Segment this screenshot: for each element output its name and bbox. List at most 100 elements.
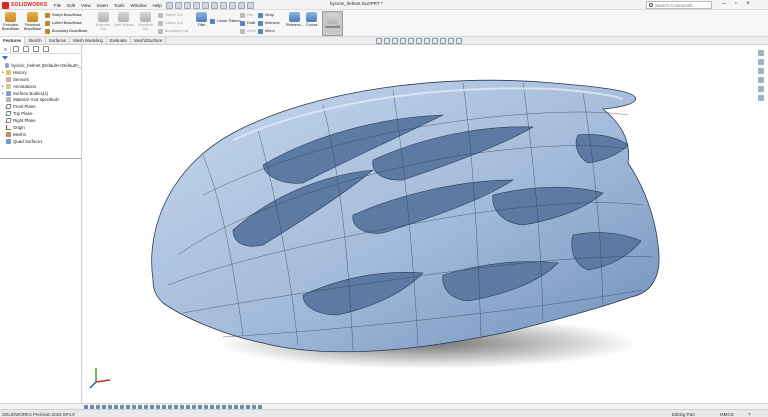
solidworks-logo[interactable]: SOLIDWORKS xyxy=(2,1,50,9)
status-bar: SOLIDWORKS Premium 2019 SP4.0 Editing Pa… xyxy=(0,409,768,417)
rib-button[interactable]: Rib xyxy=(240,12,253,18)
tree-item-label: Sensors xyxy=(13,76,30,82)
file-explorer-icon[interactable] xyxy=(758,68,764,74)
solidworks-resources-icon[interactable] xyxy=(758,50,764,56)
custom-properties-icon[interactable] xyxy=(758,95,764,101)
section-view-icon[interactable] xyxy=(400,38,406,44)
hide-show-items-icon[interactable] xyxy=(424,38,430,44)
display-manager-icon[interactable] xyxy=(42,46,49,52)
shell-button[interactable]: Shell xyxy=(240,28,255,34)
view-palette-icon[interactable] xyxy=(758,77,764,83)
lofted-boss-button[interactable]: Lofted Boss/Base xyxy=(45,20,82,26)
tab-feature-manager[interactable]: ≡ xyxy=(1,45,11,53)
tree-item[interactable]: Material <not specified> xyxy=(0,96,81,103)
menu-insert[interactable]: Insert xyxy=(97,3,108,8)
tab-evaluate[interactable]: Evaluate xyxy=(107,37,131,45)
close-icon[interactable]: × xyxy=(742,1,754,9)
boundary-boss-button[interactable]: Boundary Boss/Base xyxy=(45,28,87,34)
feature-manager: ≡ bycicle_helmet (Default<<Default>_ ▸ His… xyxy=(0,45,82,409)
home-icon[interactable] xyxy=(166,1,173,9)
tree-item[interactable]: bycicle_helmet (Default<<Default>_ xyxy=(0,62,81,69)
revolved-cut-button[interactable]: Revolved Cut xyxy=(138,12,153,31)
tree-item-label: Origin xyxy=(13,124,25,130)
menu-tools[interactable]: Tools xyxy=(114,3,125,8)
print-icon[interactable] xyxy=(202,1,209,9)
appearances-icon[interactable] xyxy=(758,86,764,92)
swept-boss-label: Swept Boss/Base xyxy=(52,13,82,17)
instant3d-button[interactable]: Instant3D xyxy=(322,11,343,36)
new-document-icon[interactable] xyxy=(175,1,182,9)
undo-icon[interactable] xyxy=(211,1,218,9)
zoom-to-area-icon[interactable] xyxy=(384,38,390,44)
lofted-cut-button[interactable]: Lofted Cut xyxy=(158,20,183,26)
wrap-button[interactable]: Wrap xyxy=(258,12,274,18)
tree-filter[interactable] xyxy=(0,54,81,61)
status-help-icon[interactable]: ? xyxy=(748,412,750,417)
tree-item[interactable]: Origin xyxy=(0,124,81,131)
file-properties-icon[interactable] xyxy=(238,1,245,9)
design-library-icon[interactable] xyxy=(758,59,764,65)
tab-mesh2surface[interactable]: Mesh2Surface xyxy=(131,37,167,45)
brand-label: SOLIDWORKS xyxy=(11,2,48,8)
view-settings-icon[interactable] xyxy=(448,38,454,44)
menu-view[interactable]: View xyxy=(81,3,91,8)
menu-window[interactable]: Window xyxy=(131,3,147,8)
tree-item-label: History xyxy=(13,69,27,75)
draft-button[interactable]: Draft xyxy=(240,20,255,26)
swept-cut-button[interactable]: Swept Cut xyxy=(158,12,183,18)
tree-item[interactable]: Top Plane xyxy=(0,110,81,117)
graphics-area[interactable] xyxy=(83,45,754,404)
menu-help[interactable]: Help xyxy=(153,3,162,8)
select-icon[interactable] xyxy=(220,1,227,9)
save-icon[interactable] xyxy=(193,1,200,9)
tab-surfaces[interactable]: Surfaces xyxy=(46,37,71,45)
tab-features[interactable]: Features xyxy=(0,37,26,45)
view-orientation-icon[interactable] xyxy=(408,38,414,44)
hole-wizard-label: Hole Wizard xyxy=(114,23,134,27)
tree-item[interactable]: Sensors xyxy=(0,76,81,83)
tree-item[interactable]: Front Plane xyxy=(0,103,81,110)
status-units[interactable]: MMGS xyxy=(720,412,734,417)
curves-button[interactable]: Curves xyxy=(306,12,317,27)
edit-appearance-icon[interactable] xyxy=(432,38,438,44)
mirror-button[interactable]: Mirror xyxy=(258,28,275,34)
zoom-to-fit-icon[interactable] xyxy=(376,38,382,44)
open-icon[interactable] xyxy=(184,1,191,9)
configuration-manager-icon[interactable] xyxy=(22,46,29,52)
tab-sketch[interactable]: Sketch xyxy=(25,37,46,45)
hole-wizard-button[interactable]: Hole Wizard xyxy=(114,12,134,27)
helmet-model[interactable] xyxy=(83,45,754,404)
dimxpert-icon[interactable] xyxy=(32,46,39,52)
swept-boss-button[interactable]: Swept Boss/Base xyxy=(45,12,82,18)
tree-item[interactable]: ▸ History xyxy=(0,69,81,76)
display-style-icon[interactable] xyxy=(416,38,422,44)
menu-file[interactable]: File xyxy=(54,3,61,8)
extruded-cut-button[interactable]: Extruded Cut xyxy=(96,12,110,31)
search-commands-box[interactable]: Search Commands xyxy=(646,1,712,9)
restore-icon[interactable]: ▫ xyxy=(730,1,742,9)
monitor-icon[interactable] xyxy=(456,38,462,44)
tab-mesh-modeling[interactable]: Mesh Modeling xyxy=(70,37,107,45)
rebuild-icon[interactable] xyxy=(229,1,236,9)
fillet-button[interactable]: Fillet xyxy=(196,12,207,27)
intersect-button[interactable]: Intersect xyxy=(258,20,280,26)
property-manager-icon[interactable] xyxy=(12,46,19,52)
revolved-cut-icon xyxy=(139,12,151,22)
tree-item[interactable]: Mesh1 xyxy=(0,131,81,138)
previous-view-icon[interactable] xyxy=(392,38,398,44)
tree-item[interactable]: ▸ Surface Bodies(1) xyxy=(0,90,81,97)
apply-scene-icon[interactable] xyxy=(440,38,446,44)
linear-pattern-button[interactable]: Linear Pattern xyxy=(210,18,241,24)
extruded-boss-button[interactable]: Extruded Boss/Base xyxy=(2,12,19,31)
filter-icon xyxy=(2,55,8,60)
options-gear-icon[interactable] xyxy=(247,1,254,9)
search-icon xyxy=(649,3,653,7)
tree-item[interactable]: Right Plane xyxy=(0,117,81,124)
menu-edit[interactable]: Edit xyxy=(67,3,75,8)
boundary-cut-button[interactable]: Boundary Cut xyxy=(158,28,188,34)
reference-geometry-button[interactable]: Referenc... xyxy=(286,12,304,27)
revolved-boss-button[interactable]: Revolved Boss/Base xyxy=(24,12,41,31)
tree-item[interactable]: Quad Surface1 xyxy=(0,138,81,145)
minimize-icon[interactable]: – xyxy=(718,1,730,9)
tree-item[interactable]: ▸ Annotations xyxy=(0,83,81,90)
